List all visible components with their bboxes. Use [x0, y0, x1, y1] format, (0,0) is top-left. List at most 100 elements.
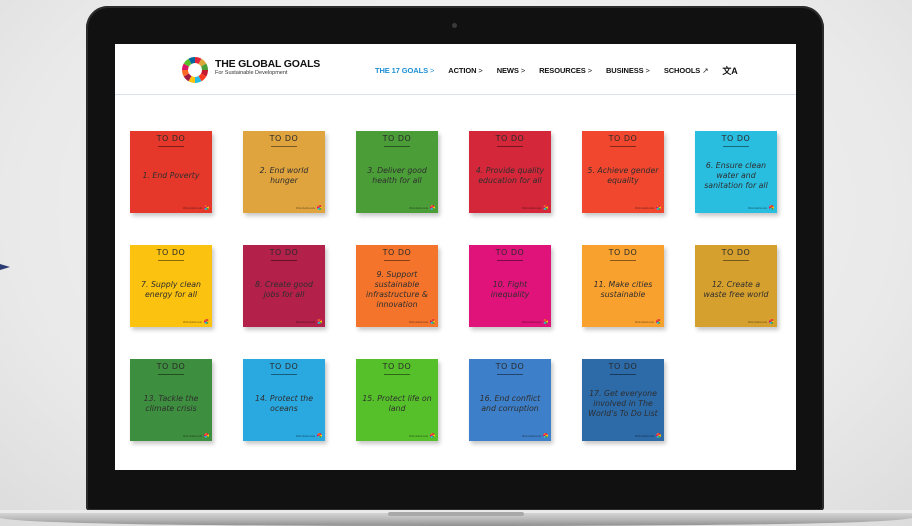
note-header: TO DO — [582, 362, 664, 375]
goal-note-2[interactable]: TO DO 2. End world hunger #GlobalGoals — [243, 131, 325, 213]
note-footer: #GlobalGoals — [183, 433, 209, 438]
note-footer-text: #GlobalGoals — [634, 205, 654, 210]
note-footer-text: #GlobalGoals — [408, 205, 428, 210]
note-footer: #GlobalGoals — [635, 319, 661, 324]
goal-note-14[interactable]: TO DO 14. Protect the oceans #GlobalGoals — [243, 359, 325, 441]
goal-note-12[interactable]: TO DO 12. Create a waste free world #Globa… — [695, 245, 777, 327]
note-footer-text: #GlobalGoals — [408, 433, 428, 438]
global-goals-logo-icon — [182, 57, 208, 83]
goal-note-13[interactable]: TO DO 13. Tackle the climate crisis #Globa… — [130, 359, 212, 441]
note-footer-text: #GlobalGoals — [295, 205, 315, 210]
note-text: 7. Supply clean energy for all — [141, 280, 201, 299]
brand-subtitle: For Sustainable Development — [215, 70, 288, 76]
note-footer-text: #GlobalGoals — [182, 433, 202, 438]
goals-wheel-icon — [204, 205, 209, 210]
goal-note-6[interactable]: TO DO 6. Ensure clean water and sanitatio… — [695, 131, 777, 213]
goals-wheel-icon — [543, 205, 548, 210]
goal-note-5[interactable]: TO DO 5. Achieve gender equality #GlobalGo… — [582, 131, 664, 213]
note-header: TO DO — [695, 134, 777, 147]
note-footer: #GlobalGoals — [296, 433, 322, 438]
nav-item-resources[interactable]: RESOURCES > — [539, 66, 592, 75]
note-header: TO DO — [243, 362, 325, 375]
note-text: 6. Ensure clean water and sanitation for… — [704, 161, 768, 190]
goals-wheel-icon — [656, 319, 661, 324]
goal-note-1[interactable]: TO DO 1. End Poverty #GlobalGoals — [130, 131, 212, 213]
note-header: TO DO — [695, 248, 777, 261]
note-header: TO DO — [469, 248, 551, 261]
note-footer-text: #GlobalGoals — [634, 433, 654, 438]
note-footer-text: #GlobalGoals — [295, 319, 315, 324]
webcam — [452, 23, 457, 28]
note-text: 16. End conflict and corruption — [479, 394, 541, 413]
site-header: THE GLOBAL GOALS For Sustainable Develop… — [115, 44, 796, 95]
note-header: TO DO — [243, 248, 325, 261]
note-text: 11. Make cities sustainable — [593, 280, 653, 299]
note-footer: #GlobalGoals — [635, 433, 661, 438]
note-header: TO DO — [582, 134, 664, 147]
goal-note-15[interactable]: TO DO 15. Protect life on land #GlobalGoal… — [356, 359, 438, 441]
goals-wheel-icon — [204, 433, 209, 438]
note-header: TO DO — [356, 134, 438, 147]
goals-wheel-icon — [430, 205, 435, 210]
note-text: 5. Achieve gender equality — [587, 166, 659, 185]
note-footer-text: #GlobalGoals — [521, 433, 541, 438]
note-text: 14. Protect the oceans — [254, 394, 314, 413]
nav-item-business[interactable]: BUSINESS > — [606, 66, 650, 75]
note-footer: #GlobalGoals — [409, 433, 435, 438]
goal-note-4[interactable]: TO DO 4. Provide quality education for al… — [469, 131, 551, 213]
note-text: 17. Get everyone involved in The World's… — [588, 389, 658, 418]
goal-note-16[interactable]: TO DO 16. End conflict and corruption #Glo… — [469, 359, 551, 441]
note-text: 4. Provide quality education for all — [475, 166, 545, 185]
note-header: TO DO — [130, 248, 212, 261]
note-footer: #GlobalGoals — [183, 319, 209, 324]
nav-item-schools[interactable]: SCHOOLS ↗ — [664, 66, 709, 75]
note-header: TO DO — [130, 362, 212, 375]
goals-grid: TO DO 1. End Poverty #GlobalGoals TO DO 2. E… — [130, 131, 790, 443]
note-header: TO DO — [469, 362, 551, 375]
goals-wheel-icon — [656, 433, 661, 438]
note-footer-text: #GlobalGoals — [182, 319, 202, 324]
note-footer-text: #GlobalGoals — [634, 319, 654, 324]
goal-note-17[interactable]: TO DO 17. Get everyone involved in The Wo… — [582, 359, 664, 441]
brand-title: THE GLOBAL GOALS — [215, 58, 321, 70]
note-footer: #GlobalGoals — [522, 433, 548, 438]
goals-wheel-icon — [543, 433, 548, 438]
goals-wheel-icon — [317, 205, 322, 210]
goals-wheel-icon — [317, 433, 322, 438]
goal-note-3[interactable]: TO DO 3. Deliver good health for all #Glob… — [356, 131, 438, 213]
note-footer: #GlobalGoals — [522, 319, 548, 324]
note-footer: #GlobalGoals — [183, 205, 209, 210]
note-text: 15. Protect life on land — [362, 394, 432, 413]
goal-note-10[interactable]: TO DO 10. Fight inequality #GlobalGoals — [469, 245, 551, 327]
note-footer-text: #GlobalGoals — [747, 319, 767, 324]
note-footer: #GlobalGoals — [748, 205, 774, 210]
goals-wheel-icon — [430, 433, 435, 438]
nav-item-action[interactable]: ACTION > — [448, 66, 483, 75]
nav-item-17-goals[interactable]: THE 17 GOALS > — [375, 66, 434, 75]
translate-icon[interactable]: 文A — [722, 64, 737, 77]
note-header: TO DO — [356, 362, 438, 375]
goals-wheel-icon — [430, 319, 435, 324]
note-footer-text: #GlobalGoals — [521, 319, 541, 324]
note-text: 2. End world hunger — [259, 166, 309, 185]
browser-viewport: THE GLOBAL GOALS For Sustainable Develop… — [115, 44, 796, 470]
goal-note-7[interactable]: TO DO 7. Supply clean energy for all #Glob… — [130, 245, 212, 327]
note-footer-text: #GlobalGoals — [182, 205, 202, 210]
note-header: TO DO — [356, 248, 438, 261]
note-footer: #GlobalGoals — [748, 319, 774, 324]
note-header: TO DO — [582, 248, 664, 261]
goals-wheel-icon — [317, 319, 322, 324]
nav-item-news[interactable]: NEWS > — [497, 66, 525, 75]
brand[interactable]: THE GLOBAL GOALS For Sustainable Develop… — [215, 59, 320, 77]
note-footer-text: #GlobalGoals — [408, 319, 428, 324]
note-text: 12. Create a waste free world — [703, 280, 769, 299]
goal-note-9[interactable]: TO DO 9. Support sustainable infrastructu… — [356, 245, 438, 327]
note-footer: #GlobalGoals — [296, 205, 322, 210]
note-footer: #GlobalGoals — [296, 319, 322, 324]
note-text: 13. Tackle the climate crisis — [143, 394, 199, 413]
goal-note-11[interactable]: TO DO 11. Make cities sustainable #GlobalG… — [582, 245, 664, 327]
goals-wheel-icon — [543, 319, 548, 324]
note-header: TO DO — [130, 134, 212, 147]
goals-wheel-icon — [769, 205, 774, 210]
goal-note-8[interactable]: TO DO 8. Create good jobs for all #GlobalG… — [243, 245, 325, 327]
